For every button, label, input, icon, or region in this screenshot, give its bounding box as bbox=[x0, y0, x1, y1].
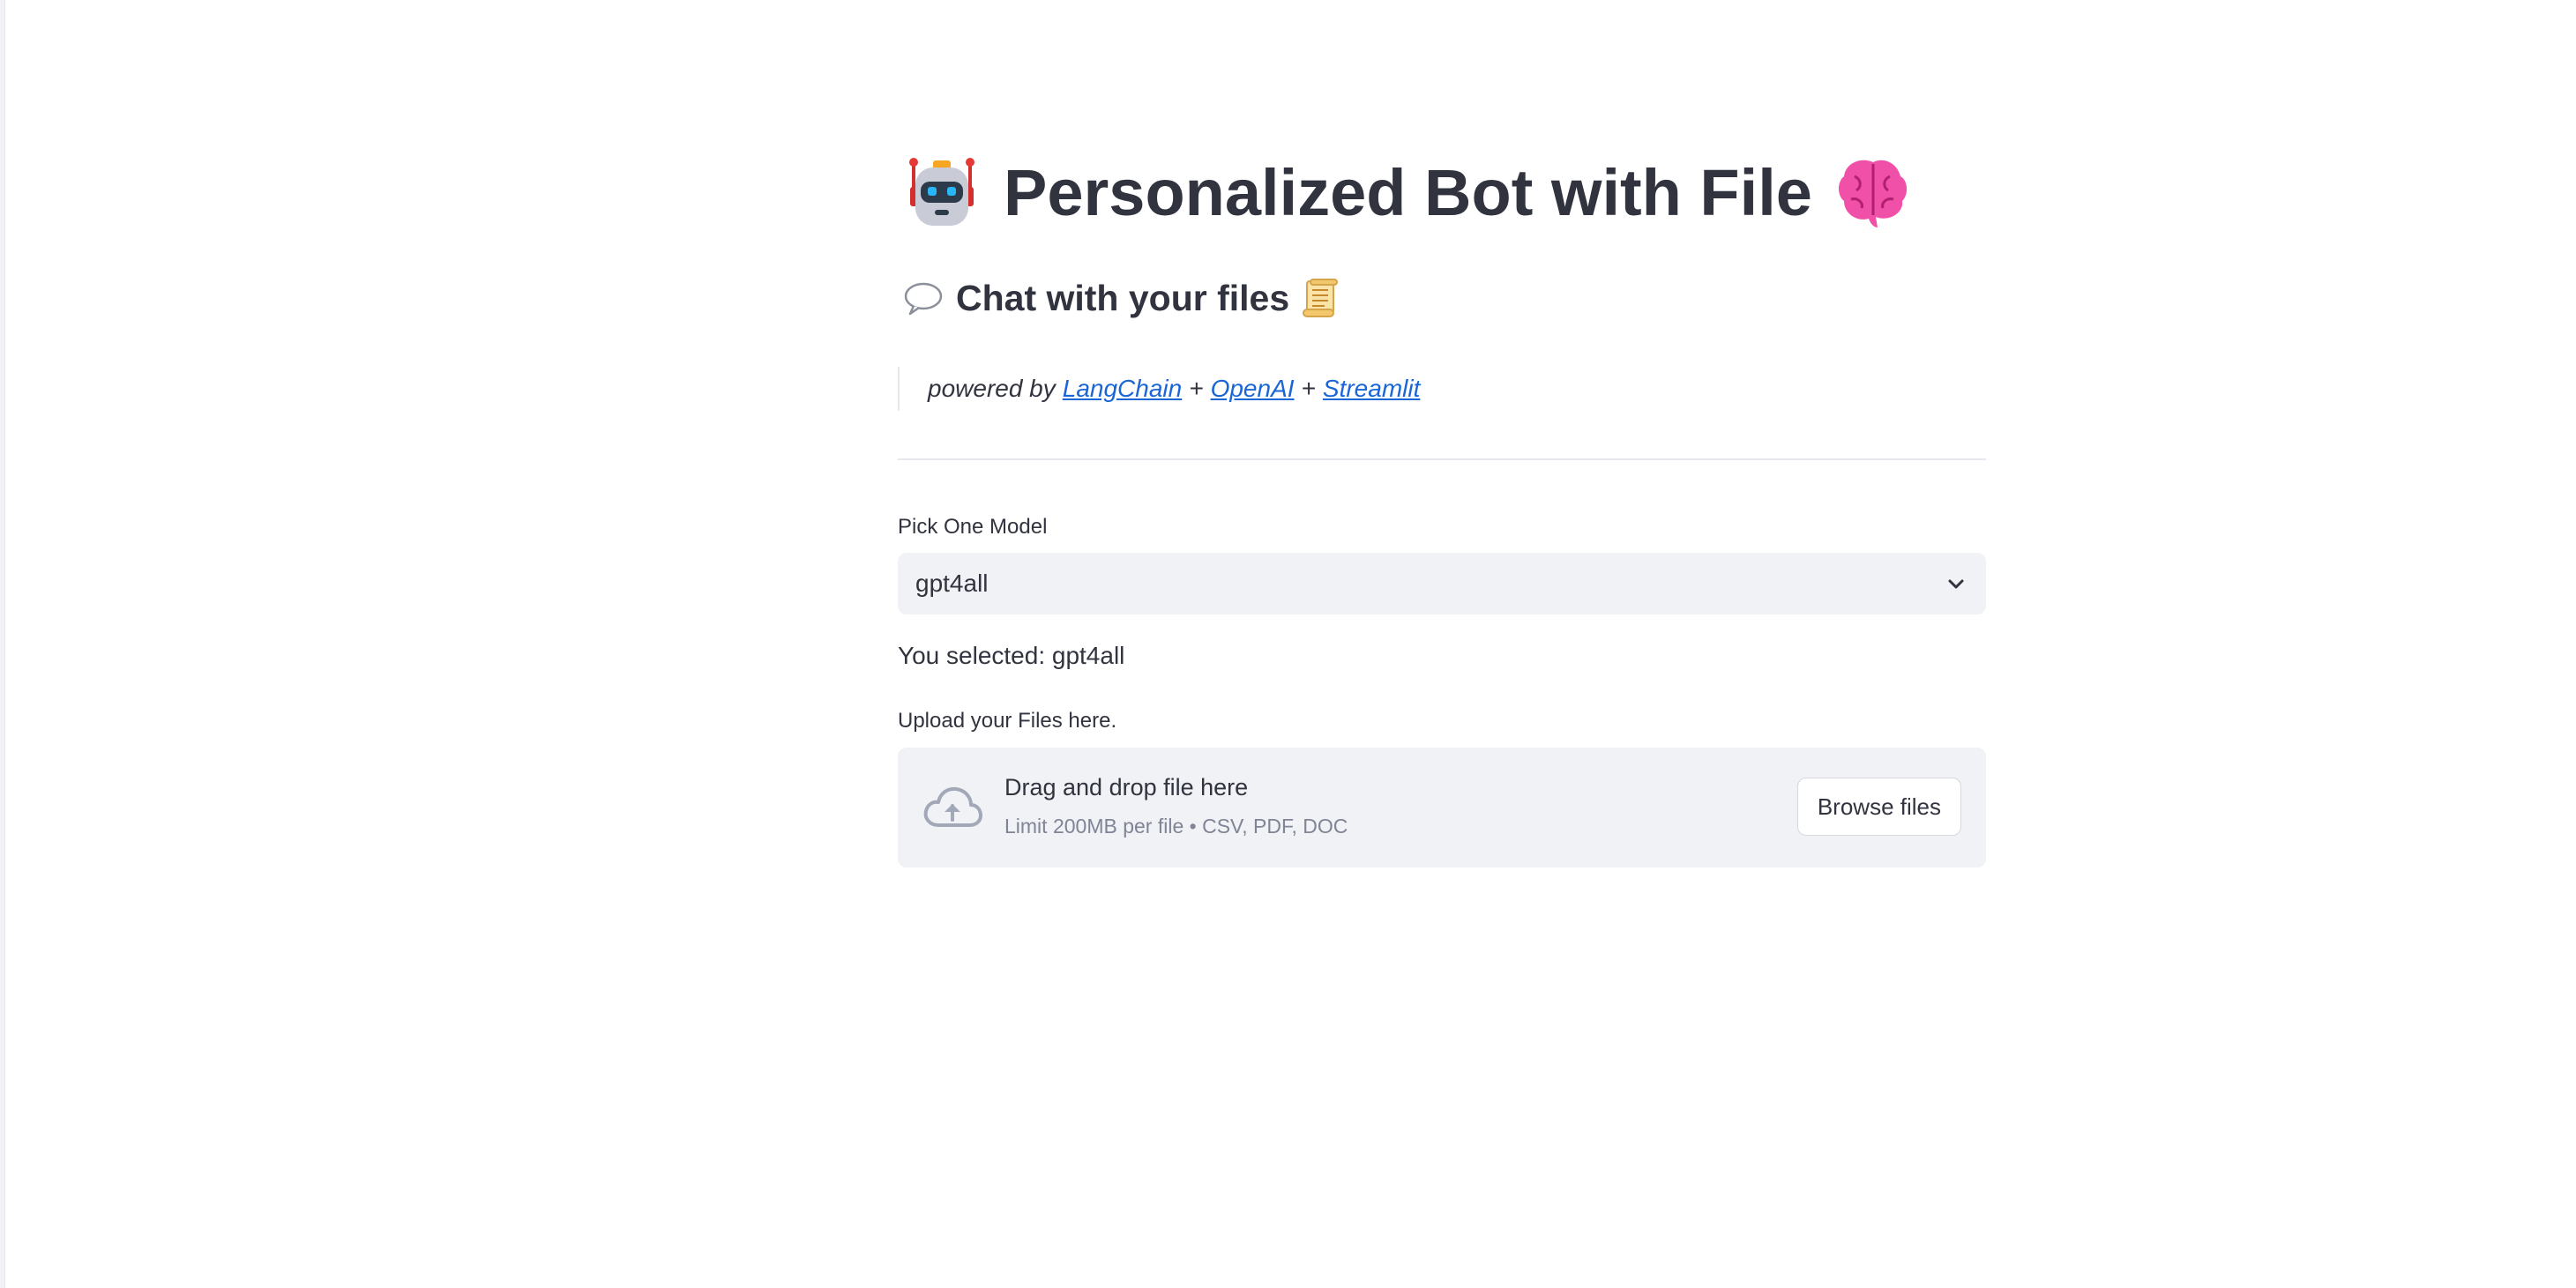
speech-bubble-icon bbox=[903, 280, 944, 316]
file-dropzone[interactable]: Drag and drop file here Limit 200MB per … bbox=[898, 748, 1986, 867]
brain-icon bbox=[1835, 155, 1911, 229]
model-select[interactable]: gpt4all bbox=[898, 553, 1986, 614]
page-subtitle: Chat with your files bbox=[903, 270, 1340, 326]
selected-model-text: You selected: gpt4all bbox=[898, 642, 1125, 669]
powered-by-blockquote: powered by LangChain + OpenAI + Streamli… bbox=[898, 367, 1420, 411]
page-title: Personalized Bot with File bbox=[905, 148, 1911, 236]
powered-by-text: powered by bbox=[928, 375, 1056, 402]
scroll-icon bbox=[1302, 278, 1340, 318]
model-select-label: Pick One Model bbox=[898, 515, 1048, 539]
langchain-link[interactable]: LangChain bbox=[1063, 375, 1182, 403]
dropzone-limit-text: Limit 200MB per file • CSV, PDF, DOC bbox=[1004, 815, 1348, 838]
cloud-upload-icon bbox=[922, 785, 982, 830]
dropzone-instructions: Drag and drop file here bbox=[1004, 774, 1249, 800]
browse-files-button[interactable]: Browse files bbox=[1796, 778, 1961, 836]
openai-link[interactable]: OpenAI bbox=[1211, 375, 1295, 403]
plus-separator: + bbox=[1301, 375, 1316, 402]
divider bbox=[898, 458, 1986, 460]
page-title-text: Personalized Bot with File bbox=[1004, 155, 1812, 229]
page-subtitle-text: Chat with your files bbox=[956, 277, 1290, 318]
robot-icon bbox=[905, 155, 979, 229]
uploader-label: Upload your Files here. bbox=[898, 709, 1117, 733]
model-select-value: gpt4all bbox=[915, 570, 989, 597]
left-edge-strip bbox=[0, 0, 5, 1288]
streamlit-link[interactable]: Streamlit bbox=[1323, 375, 1420, 403]
chevron-down-icon bbox=[1945, 573, 1967, 594]
plus-separator: + bbox=[1189, 375, 1204, 402]
